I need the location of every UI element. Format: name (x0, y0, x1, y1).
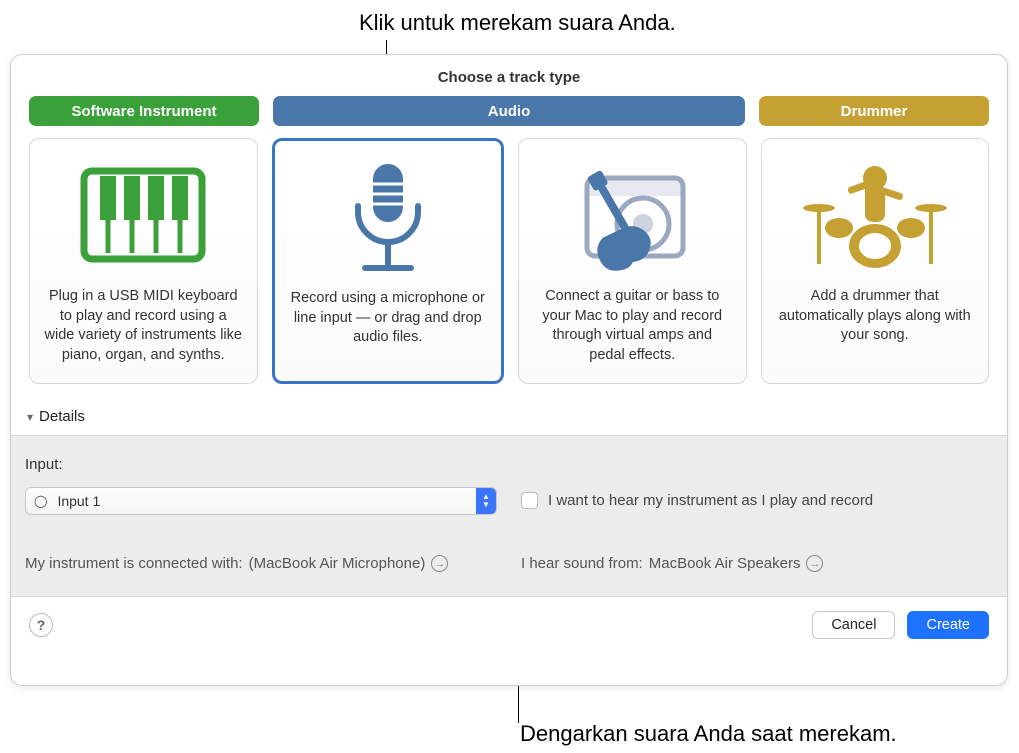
monitoring-checkbox-row[interactable]: I want to hear my instrument as I play a… (521, 485, 993, 515)
callout-bottom-text: Dengarkan suara Anda saat merekam. (520, 721, 897, 747)
monitoring-checkbox[interactable] (521, 492, 538, 509)
details-disclosure[interactable]: ▾ Details (11, 402, 1007, 435)
callout-top-text: Klik untuk merekam suara Anda. (359, 10, 999, 36)
details-label: Details (39, 408, 85, 425)
input-channel-icon: ◯ (34, 494, 47, 508)
input-value: Input 1 (57, 493, 100, 509)
monitoring-label: I want to hear my instrument as I play a… (548, 492, 873, 509)
details-panel: Input: ◯ Input 1 ▲▼ I want to hear my in… (11, 435, 1007, 597)
tab-audio[interactable]: Audio (273, 96, 745, 126)
track-type-dialog: Choose a track type Software Instrument … (10, 54, 1008, 686)
arrow-right-circle-icon[interactable]: → (431, 555, 448, 572)
connected-value: (MacBook Air Microphone) (249, 555, 426, 572)
tab-software-instrument[interactable]: Software Instrument (29, 96, 259, 126)
chevron-down-icon: ▾ (27, 410, 33, 424)
dialog-title: Choose a track type (11, 55, 1007, 96)
card-mic-desc: Record using a microphone or line input … (289, 289, 488, 348)
card-audio-guitar[interactable]: Connect a guitar or bass to your Mac to … (518, 138, 747, 384)
instrument-connection-row: My instrument is connected with: (MacBoo… (25, 555, 497, 572)
arrow-right-circle-icon[interactable]: → (806, 555, 823, 572)
output-connection-row: I hear sound from: MacBook Air Speakers … (521, 555, 993, 572)
tab-drummer[interactable]: Drummer (759, 96, 989, 126)
output-label: I hear sound from: (521, 555, 643, 572)
popup-arrows-icon[interactable]: ▲▼ (476, 488, 496, 514)
card-software-desc: Plug in a USB MIDI keyboard to play and … (44, 287, 243, 365)
card-guitar-desc: Connect a guitar or bass to your Mac to … (533, 287, 732, 365)
track-type-cards: Plug in a USB MIDI keyboard to play and … (11, 126, 1007, 402)
card-drummer-desc: Add a drummer that automatically plays a… (776, 287, 975, 346)
microphone-icon (289, 157, 488, 277)
create-button[interactable]: Create (907, 611, 989, 639)
drummer-icon (776, 155, 975, 275)
card-drummer[interactable]: Add a drummer that automatically plays a… (761, 138, 990, 384)
dialog-footer: ? Cancel Create (11, 597, 1007, 653)
input-label: Input: (25, 456, 497, 473)
card-audio-microphone[interactable]: Record using a microphone or line input … (272, 138, 505, 384)
piano-icon (44, 155, 243, 275)
cancel-button[interactable]: Cancel (812, 611, 895, 639)
output-value: MacBook Air Speakers (649, 555, 801, 572)
card-software-instrument[interactable]: Plug in a USB MIDI keyboard to play and … (29, 138, 258, 384)
track-type-tabs: Software Instrument Audio Drummer (11, 96, 1007, 126)
help-button[interactable]: ? (29, 613, 53, 637)
input-popup[interactable]: ◯ Input 1 ▲▼ (25, 487, 497, 515)
guitar-amp-icon (533, 155, 732, 275)
connected-label: My instrument is connected with: (25, 555, 243, 572)
